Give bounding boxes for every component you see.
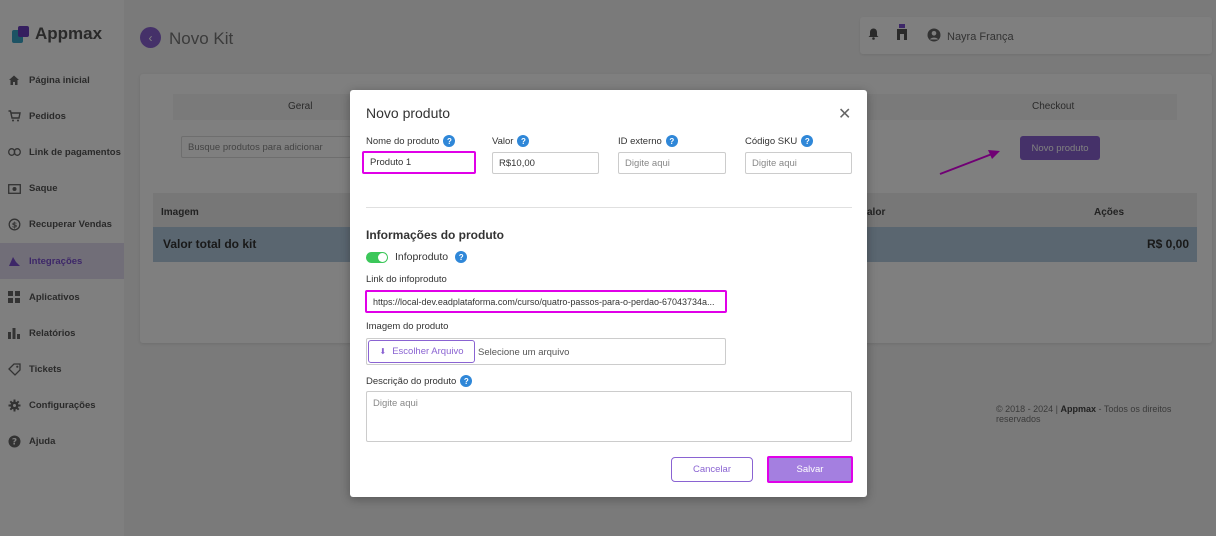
infoproduct-toggle[interactable] xyxy=(366,252,388,263)
infoproduct-link-field[interactable]: https://local-dev.eadplataforma.com/curs… xyxy=(365,290,727,313)
cancel-button[interactable]: Cancelar xyxy=(671,457,753,482)
value-field[interactable]: R$10,00 xyxy=(492,152,599,174)
help-icon[interactable]: ? xyxy=(517,135,530,147)
new-product-modal: Novo produto ✕ Nome do produto ? Produto… xyxy=(350,90,867,497)
field-label: Valor xyxy=(492,135,514,147)
save-button[interactable]: Salvar xyxy=(767,456,853,483)
help-icon[interactable]: ? xyxy=(455,251,468,263)
value-label: Valor ? xyxy=(492,135,530,147)
choose-file-label: Escolher Arquivo xyxy=(392,346,464,357)
file-status: Selecione um arquivo xyxy=(478,347,570,358)
description-label: Descrição do produto ? xyxy=(366,375,473,387)
external-id-label: ID externo ? xyxy=(618,135,678,147)
close-icon[interactable]: ✕ xyxy=(838,104,851,124)
link-label: Link do infoproduto xyxy=(366,274,447,285)
description-textarea[interactable]: Digite aqui xyxy=(366,391,852,442)
product-name-label: Nome do produto ? xyxy=(366,135,456,147)
infoproduct-label: Infoproduto ? xyxy=(395,251,468,263)
sku-field[interactable]: Digite aqui xyxy=(745,152,852,174)
field-label: ID externo xyxy=(618,135,662,147)
help-icon[interactable]: ? xyxy=(801,135,814,147)
sku-label: Código SKU ? xyxy=(745,135,814,147)
field-label: Descrição do produto xyxy=(366,375,457,387)
upload-icon: ⬇ xyxy=(379,347,387,356)
product-name-field[interactable]: Produto 1 xyxy=(362,151,476,174)
divider xyxy=(366,207,852,208)
toggle-label: Infoproduto xyxy=(395,251,449,263)
external-id-field[interactable]: Digite aqui xyxy=(618,152,726,174)
field-label: Código SKU xyxy=(745,135,798,147)
field-label: Nome do produto xyxy=(366,135,440,147)
help-icon[interactable]: ? xyxy=(665,135,678,147)
help-icon[interactable]: ? xyxy=(443,135,456,147)
image-label: Imagem do produto xyxy=(366,321,449,332)
modal-title: Novo produto xyxy=(366,105,451,121)
section-title: Informações do produto xyxy=(366,228,504,242)
help-icon[interactable]: ? xyxy=(460,375,473,387)
choose-file-button[interactable]: ⬇ Escolher Arquivo xyxy=(368,340,475,363)
